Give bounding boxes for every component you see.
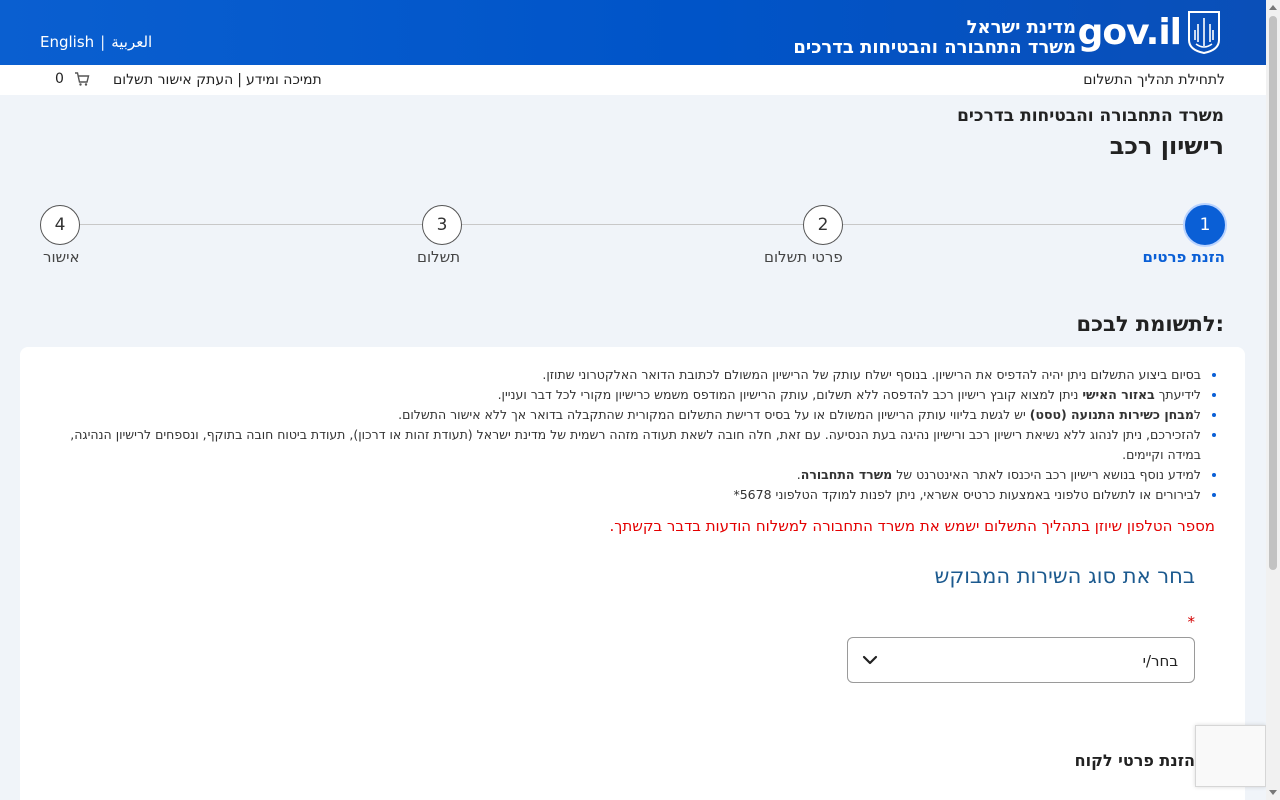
- links-separator: |: [237, 72, 242, 88]
- cart-icon: [74, 72, 90, 86]
- ministry-heading: משרד התחבורה והבטיחות בדרכים: [957, 106, 1224, 126]
- stepper-line: [60, 224, 1205, 225]
- lang-arabic-link[interactable]: العربية: [111, 33, 152, 51]
- brand-ministry: משרד התחבורה והבטיחות בדרכים: [793, 37, 1076, 58]
- service-select-value: בחר/י: [1142, 652, 1178, 670]
- service-type-select[interactable]: בחר/י: [847, 637, 1195, 683]
- ministry-website-link[interactable]: משרד התחבורה: [801, 467, 893, 482]
- secondary-links: העתק אישור תשלום | תמיכה ומידע: [113, 72, 322, 88]
- cart-count: 0: [55, 71, 64, 87]
- notice-item: למידע נוסף בנושא רישיון רכב היכנסו לאתר …: [35, 465, 1201, 485]
- recaptcha-badge[interactable]: [1195, 725, 1266, 787]
- brand-text: מדינת ישראל משרד התחבורה והבטיחות בדרכים: [793, 18, 1076, 58]
- scroll-down-arrow[interactable]: [1269, 790, 1277, 795]
- step-1-label: הזנת פרטים: [1142, 248, 1225, 266]
- copy-receipt-link[interactable]: העתק אישור תשלום: [113, 72, 233, 88]
- progress-stepper: 1 הזנת פרטים 2 פרטי תשלום 3 תשלום 4 אישו…: [40, 205, 1225, 275]
- lang-english-link[interactable]: English: [40, 33, 94, 51]
- service-type-heading: בחר את סוג השירות המבוקש: [934, 564, 1195, 588]
- gov-il-logo[interactable]: gov.il: [1078, 10, 1221, 54]
- state-emblem-icon: [1188, 11, 1220, 54]
- scroll-up-arrow[interactable]: [1269, 5, 1277, 10]
- cart-button[interactable]: 0: [55, 71, 90, 87]
- notice-item: להזכירכם, ניתן לנהוג ללא נשיאת רישיון רכ…: [35, 425, 1201, 465]
- notice-item: לבירורים או לתשלום טלפוני באמצעות כרטיס …: [35, 485, 1201, 505]
- step-2-label: פרטי תשלום: [764, 248, 843, 266]
- notice-item: בסיום ביצוע התשלום ניתן יהיה להדפיס את ה…: [35, 365, 1201, 385]
- gov-il-wordmark: gov.il: [1077, 11, 1182, 53]
- support-link[interactable]: תמיכה ומידע: [246, 72, 322, 88]
- start-process-link[interactable]: לתחילת תהליך התשלום: [1083, 72, 1225, 88]
- personal-area-link[interactable]: באזור האישי: [1082, 387, 1154, 402]
- chevron-down-icon: [862, 655, 878, 665]
- page-title: רישיון רכב: [1109, 132, 1224, 160]
- language-switcher: English | العربية: [40, 33, 152, 51]
- notice-item: לידיעתך באזור האישי ניתן למצוא קובץ רישי…: [35, 385, 1201, 405]
- step-3-circle: 3: [422, 205, 462, 245]
- scroll-thumb[interactable]: [1269, 16, 1277, 570]
- step-1-circle: 1: [1185, 205, 1225, 245]
- lang-separator: |: [100, 33, 106, 51]
- step-4-circle: 4: [40, 205, 80, 245]
- step-4-label: אישור: [43, 248, 80, 266]
- customer-details-heading: הזנת פרטי לקוח: [1074, 751, 1195, 770]
- notice-list: בסיום ביצוע התשלום ניתן יהיה להדפיס את ה…: [35, 365, 1215, 505]
- step-2-circle: 2: [803, 205, 843, 245]
- phone-alert: מספר הטלפון שיוזן בתהליך התשלום ישמש את …: [609, 517, 1215, 535]
- secondary-nav: לתחילת תהליך התשלום העתק אישור תשלום | ת…: [0, 65, 1266, 95]
- page-scrollbar[interactable]: [1266, 0, 1280, 800]
- required-mark: *: [1187, 613, 1196, 631]
- main-panel: בסיום ביצוע התשלום ניתן יהיה להדפיס את ה…: [20, 347, 1245, 800]
- site-header: English | العربية מדינת ישראל משרד התחבו…: [0, 0, 1266, 65]
- notice-item: למבחן כשירות התנועה (טסט) יש לגשת בליווי…: [35, 405, 1201, 425]
- step-3-label: תשלום: [417, 248, 461, 266]
- brand-country: מדינת ישראל: [966, 17, 1076, 38]
- notice-heading: לתשומת לבכם:: [1076, 312, 1224, 336]
